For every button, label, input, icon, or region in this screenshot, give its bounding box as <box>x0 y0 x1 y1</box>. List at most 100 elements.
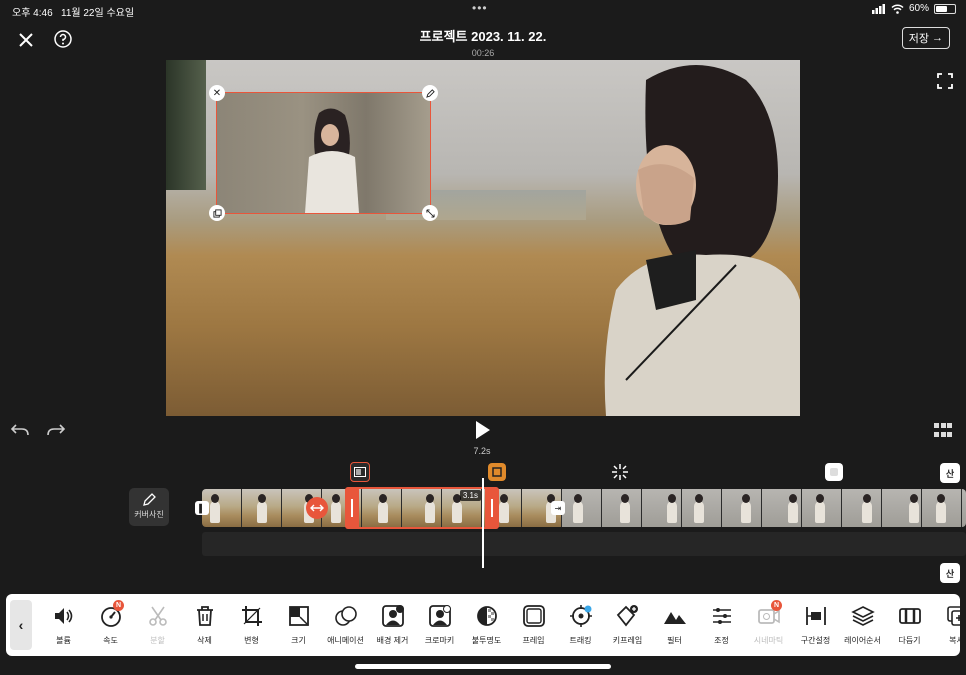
sticker-icon <box>830 468 838 476</box>
tool-adjust[interactable]: 조정 <box>698 594 745 656</box>
fullscreen-icon <box>937 73 953 89</box>
clip-thumbnail <box>562 489 602 527</box>
new-badge: N <box>113 600 124 611</box>
layer-marker[interactable] <box>488 463 506 481</box>
image-layer-icon <box>354 467 366 477</box>
tool-layers[interactable]: 레이어순서 <box>839 594 886 656</box>
multitask-dots-icon[interactable]: ••• <box>472 1 488 15</box>
video-preview[interactable]: ✕ <box>166 60 800 416</box>
edit-toolbar: ‹ 볼륨 N 속도 분할 삭제 변형 크기 애니메이션 배경 제거 크로마키 불투명도 프레임 트래킹 키… <box>6 594 960 656</box>
redo-button[interactable] <box>46 422 66 440</box>
tool-crop[interactable]: 변형 <box>228 594 275 656</box>
tool-label: 구간설정 <box>800 636 831 645</box>
tool-keyframe[interactable]: 키프레임 <box>604 594 651 656</box>
clip-thumbnail <box>642 489 682 527</box>
tool-range[interactable]: 구간설정 <box>792 594 839 656</box>
status-time: 오후 4:46 11월 22일 수요일 <box>12 8 135 19</box>
preview-bridge <box>166 60 206 190</box>
sparkle-icon <box>612 464 628 480</box>
transition-button[interactable] <box>306 497 328 519</box>
tool-filter[interactable]: 필터 <box>651 594 698 656</box>
save-button[interactable]: 저장 → <box>901 27 950 49</box>
overlay-resize-handle[interactable] <box>422 205 438 221</box>
wifi-icon <box>891 4 904 14</box>
play-icon <box>476 421 490 439</box>
cover-photo-label: 커버사진 <box>134 510 164 519</box>
tool-frame[interactable]: 프레임 <box>510 594 557 656</box>
tool-volume[interactable]: 볼륨 <box>40 594 87 656</box>
tool-label: 애니메이션 <box>327 636 364 645</box>
tool-trash[interactable]: 삭제 <box>181 594 228 656</box>
clip-thumbnail <box>922 489 962 527</box>
tool-chroma-key[interactable]: 크로마키 <box>416 594 463 656</box>
tool-resize[interactable]: 크기 <box>275 594 322 656</box>
audio-track[interactable] <box>202 532 966 556</box>
cover-photo-button[interactable]: 커버사진 <box>129 488 169 526</box>
clip-thumbnail <box>602 489 642 527</box>
tool-animation[interactable]: 애니메이션 <box>322 594 369 656</box>
project-title-block: 프로젝트 2023. 11. 22. 00:26 <box>0 26 966 58</box>
range-icon <box>805 607 826 625</box>
clip-trim-handle-right[interactable] <box>485 487 499 529</box>
tool-label: 크로마키 <box>424 636 455 645</box>
overlay-clip-frame[interactable]: ✕ <box>209 85 438 221</box>
clip-thumbnail <box>882 489 922 527</box>
toolbar-back-button[interactable]: ‹ <box>10 600 32 650</box>
clip-thumbnail <box>242 489 282 527</box>
resize-icon <box>288 606 309 626</box>
tool-trim[interactable]: 다듬기 <box>886 594 933 656</box>
pencil-icon <box>143 493 156 506</box>
tool-speed[interactable]: N 속도 <box>87 594 134 656</box>
copy-icon <box>946 606 960 626</box>
clip-start-marker[interactable]: ▌ <box>195 501 209 515</box>
clip-thumbnail <box>762 489 802 527</box>
overlay-layer-marker[interactable] <box>350 462 370 482</box>
overlay-delete-handle[interactable]: ✕ <box>209 85 225 101</box>
tool-copy[interactable]: 복사 <box>933 594 960 656</box>
grid-view-icon[interactable] <box>934 423 954 439</box>
background-remove-icon <box>381 605 404 627</box>
chevron-left-icon: ‹ <box>18 617 24 633</box>
tool-label: 삭제 <box>197 636 212 645</box>
chroma-key-icon <box>428 605 451 627</box>
playhead[interactable] <box>482 478 484 568</box>
preview-woman <box>604 65 800 416</box>
effect-marker[interactable] <box>610 462 630 482</box>
playhead-time: 7.2s <box>473 446 491 456</box>
selected-clip[interactable]: 3.1s <box>345 487 499 529</box>
filter-icon <box>663 612 686 624</box>
crop-icon <box>241 606 262 626</box>
clip-duration-badge: 3.1s <box>459 490 481 501</box>
text-layer-label-top[interactable]: 산 <box>940 463 960 483</box>
tool-label: 크기 <box>291 636 306 645</box>
play-button[interactable] <box>473 420 493 440</box>
undo-button[interactable] <box>10 422 30 440</box>
opacity-icon <box>476 606 497 626</box>
text-layer-label-bottom[interactable]: 산 <box>940 563 960 583</box>
tool-label: 필터 <box>667 636 682 645</box>
home-indicator <box>355 664 611 669</box>
tracking-icon <box>569 605 592 627</box>
tool-label: 조정 <box>714 636 729 645</box>
tool-label: 레이어순서 <box>844 636 881 645</box>
transition-marker[interactable]: ⇥ <box>551 501 565 515</box>
tool-label: 속도 <box>103 636 118 645</box>
project-title: 프로젝트 2023. 11. 22. <box>419 29 547 44</box>
tool-label: 변형 <box>244 636 259 645</box>
overlay-edit-handle[interactable] <box>422 85 438 101</box>
battery-percent: 60% <box>908 3 929 14</box>
tool-opacity[interactable]: 불투명도 <box>463 594 510 656</box>
signal-icon <box>871 3 885 14</box>
tool-tracking[interactable]: 트래킹 <box>557 594 604 656</box>
sticker-marker[interactable] <box>825 463 843 481</box>
clip-trim-handle-left[interactable] <box>345 487 359 529</box>
clip-thumbnail <box>842 489 882 527</box>
duplicate-icon <box>212 208 222 218</box>
new-badge: N <box>771 600 782 611</box>
fullscreen-button[interactable] <box>936 72 954 90</box>
tool-background-remove[interactable]: 배경 제거 <box>369 594 416 656</box>
keyframe-icon <box>616 605 638 627</box>
overlay-duplicate-handle[interactable] <box>209 205 225 221</box>
resize-diagonal-icon <box>425 208 435 218</box>
tool-label: 불투명도 <box>471 636 502 645</box>
